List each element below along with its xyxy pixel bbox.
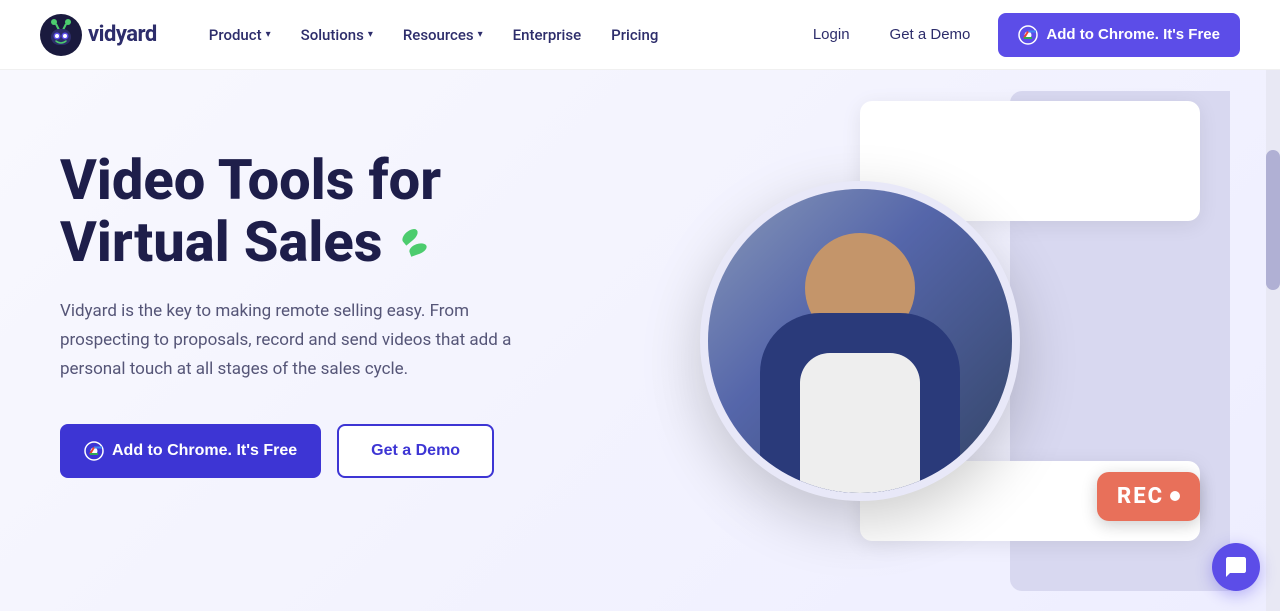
ui-mockup: REC [650, 91, 1230, 591]
get-demo-button[interactable]: Get a Demo [878, 18, 983, 51]
add-to-chrome-nav-button[interactable]: Add to Chrome. It's Free [998, 13, 1240, 57]
hero-buttons: Add to Chrome. It's Free Get a Demo [60, 424, 540, 478]
person-silhouette [740, 213, 980, 493]
hero-subtitle: Vidyard is the key to making remote sell… [60, 297, 540, 384]
nav-solutions[interactable]: Solutions ▾ [289, 18, 385, 52]
scrollbar-track[interactable] [1266, 70, 1280, 611]
nav-links: Product ▾ Solutions ▾ Resources ▾ Enterp… [197, 18, 801, 52]
nav-enterprise[interactable]: Enterprise [501, 18, 593, 52]
person-shirt [800, 353, 920, 493]
hero-section: Video Tools for Virtual Sales Vidyard is… [0, 70, 1280, 611]
resources-chevron-icon: ▾ [478, 29, 483, 40]
rec-dot-icon [1170, 491, 1180, 501]
nav-resources[interactable]: Resources ▾ [391, 18, 495, 52]
video-circle [700, 181, 1020, 501]
leaf-decoration [401, 231, 427, 254]
chat-icon [1224, 555, 1248, 579]
solutions-chevron-icon: ▾ [368, 29, 373, 40]
hero-content: Video Tools for Virtual Sales Vidyard is… [0, 70, 600, 611]
navbar: vidyard Product ▾ Solutions ▾ Resources … [0, 0, 1280, 70]
leaf1-icon [399, 226, 419, 245]
rec-badge: REC [1097, 472, 1200, 521]
chrome-icon-hero [84, 441, 104, 461]
logo-link[interactable]: vidyard [40, 14, 157, 56]
person-body [760, 313, 960, 493]
video-circle-inner [708, 189, 1012, 493]
get-demo-hero-button[interactable]: Get a Demo [337, 424, 494, 478]
hero-visual: REC [600, 70, 1280, 611]
leaf2-icon [407, 241, 427, 257]
scrollbar-thumb[interactable] [1266, 150, 1280, 290]
login-button[interactable]: Login [801, 18, 862, 51]
nav-actions: Login Get a Demo Add to Chrome. It's Fre… [801, 13, 1240, 57]
nav-pricing[interactable]: Pricing [599, 18, 670, 52]
add-to-chrome-hero-button[interactable]: Add to Chrome. It's Free [60, 424, 321, 478]
nav-product[interactable]: Product ▾ [197, 18, 283, 52]
chat-bubble-button[interactable] [1212, 543, 1260, 591]
product-chevron-icon: ▾ [266, 29, 271, 40]
logo-icon [40, 14, 82, 56]
chrome-icon [1018, 25, 1038, 45]
hero-title: Video Tools for Virtual Sales [60, 150, 540, 273]
logo-text: vidyard [88, 22, 157, 47]
